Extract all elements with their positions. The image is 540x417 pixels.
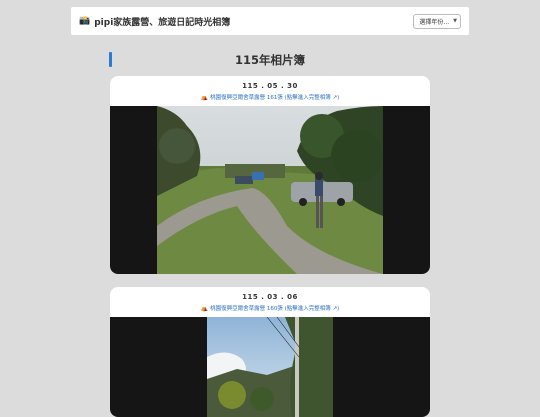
- year-select[interactable]: 選擇年份... ▼: [413, 13, 461, 29]
- campsite-photo: [157, 106, 383, 274]
- year-select-value: 選擇年份...: [419, 18, 450, 26]
- album-card-header: 115 . 03 . 06 ⛺ 桃園復興亞爾舍草露營 160張 (點擊進入完整相…: [110, 287, 430, 317]
- album-link[interactable]: ⛺ 桃園復興亞爾舍草露營 161張 (點擊進入完整相簿 ↗): [110, 93, 430, 102]
- album-link-text: 桃園復興亞爾舍草露營 161張 (點擊進入完整相簿 ↗): [210, 95, 340, 101]
- album-link-text: 桃園復興亞爾舍草露營 160張 (點擊進入完整相簿 ↗): [210, 306, 340, 312]
- chevron-down-icon: ▼: [453, 18, 457, 24]
- album-card: 115 . 05 . 30 ⛺ 桃園復興亞爾舍草露營 161張 (點擊進入完整相…: [110, 76, 430, 274]
- tent-icon: ⛺: [200, 93, 209, 101]
- album-card-header: 115 . 05 . 30 ⛺ 桃園復興亞爾舍草露營 161張 (點擊進入完整相…: [110, 76, 430, 106]
- album-photo-frame[interactable]: [110, 317, 430, 417]
- album-date: 115 . 03 . 06: [242, 293, 298, 301]
- album-card: 115 . 03 . 06 ⛺ 桃園復興亞爾舍草露營 160張 (點擊進入完整相…: [110, 287, 430, 417]
- year-section-heading: 115年相片簿: [109, 51, 431, 68]
- album-date: 115 . 05 . 30: [242, 82, 298, 90]
- album-link[interactable]: ⛺ 桃園復興亞爾舍草露營 160張 (點擊進入完整相簿 ↗): [110, 304, 430, 313]
- section-title: 115年相片簿: [234, 52, 305, 67]
- heading-accent-bar: [109, 52, 112, 67]
- tent-icon: ⛺: [200, 304, 209, 312]
- mountain-photo: [207, 317, 333, 417]
- site-brand[interactable]: 📸 pipi家族露營、旅遊日記時光相簿: [79, 15, 230, 28]
- camera-icon: 📸: [79, 16, 91, 26]
- album-photo-frame[interactable]: [110, 106, 430, 274]
- top-navbar: 📸 pipi家族露營、旅遊日記時光相簿 選擇年份... ▼: [71, 7, 469, 35]
- site-title: pipi家族露營、旅遊日記時光相簿: [94, 17, 231, 28]
